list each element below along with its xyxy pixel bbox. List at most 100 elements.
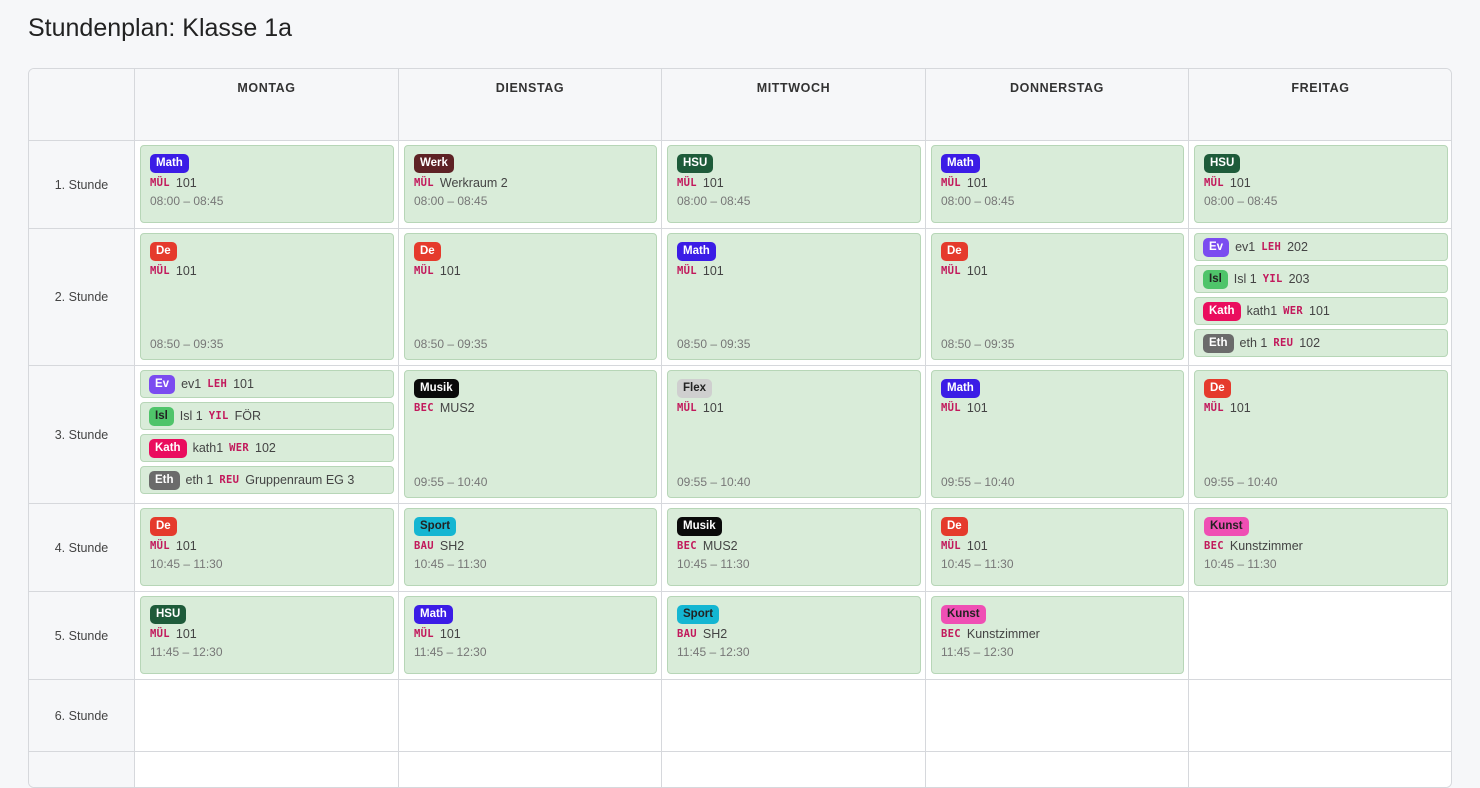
lesson-card[interactable]: HSU MÜL 101 08:00 – 08:45 — [1194, 145, 1448, 223]
timetable-cell — [662, 752, 926, 787]
lesson-details: MÜL 101 — [1204, 401, 1438, 415]
group-lesson-card[interactable]: Eth eth 1 REU Gruppenraum EG 3 — [140, 466, 394, 494]
lesson-details: MÜL 101 — [414, 264, 647, 278]
lesson-details: MÜL 101 — [941, 176, 1174, 190]
lesson-card[interactable]: De MÜL 101 09:55 – 10:40 — [1194, 370, 1448, 498]
lesson-time: 08:00 – 08:45 — [414, 194, 488, 208]
lesson-time: 08:50 – 09:35 — [150, 337, 224, 351]
room-label: FÖR — [234, 409, 261, 423]
lesson-card[interactable]: Kunst BEC Kunstzimmer 11:45 – 12:30 — [931, 596, 1184, 674]
group-lesson-card[interactable]: Eth eth 1 REU 102 — [1194, 329, 1448, 357]
lesson-time: 09:55 – 10:40 — [941, 475, 1015, 489]
group-name: ev1 — [1235, 240, 1256, 254]
teacher-code: YIL — [208, 410, 229, 422]
teacher-code: MÜL — [150, 628, 170, 640]
lesson-card[interactable]: Musik BEC MUS2 10:45 – 11:30 — [667, 508, 921, 586]
timetable-cell: Sport BAU SH2 11:45 – 12:30 — [662, 592, 926, 680]
room-label: 101 — [233, 377, 254, 391]
lesson-time: 11:45 – 12:30 — [941, 645, 1014, 659]
group-lesson-card[interactable]: Isl Isl 1 YIL 203 — [1194, 265, 1448, 293]
group-lesson-card[interactable]: Kath kath1 WER 102 — [140, 434, 394, 462]
timetable-cell — [135, 752, 399, 787]
lesson-details: MÜL 101 — [1204, 176, 1438, 190]
timetable-cell: HSU MÜL 101 08:00 – 08:45 — [662, 141, 926, 229]
room-label: Kunstzimmer — [966, 627, 1040, 641]
period-label: 5. Stunde — [29, 592, 135, 680]
group-lesson-card[interactable]: Ev ev1 LEH 101 — [140, 370, 394, 398]
room-label: 101 — [175, 176, 197, 190]
lesson-card[interactable]: Math MÜL 101 09:55 – 10:40 — [931, 370, 1184, 498]
teacher-code: LEH — [207, 378, 228, 390]
room-label: SH2 — [439, 539, 465, 553]
lesson-card[interactable]: Flex MÜL 101 09:55 – 10:40 — [667, 370, 921, 498]
subject-badge: Kath — [1203, 301, 1241, 321]
lesson-card[interactable]: De MÜL 101 08:50 – 09:35 — [931, 233, 1184, 360]
lesson-card[interactable]: Kunst BEC Kunstzimmer 10:45 – 11:30 — [1194, 508, 1448, 586]
lesson-card[interactable]: HSU MÜL 101 11:45 – 12:30 — [140, 596, 394, 674]
subject-badge: Math — [941, 154, 980, 173]
teacher-code: MÜL — [414, 177, 434, 189]
room-label: 101 — [439, 627, 461, 641]
subject-badge: Math — [941, 379, 980, 398]
lesson-card[interactable]: De MÜL 101 08:50 – 09:35 — [404, 233, 657, 360]
lesson-card[interactable]: Math MÜL 101 08:50 – 09:35 — [667, 233, 921, 360]
room-label: Werkraum 2 — [439, 176, 508, 190]
period-label — [29, 752, 135, 787]
lesson-card[interactable]: Sport BAU SH2 11:45 – 12:30 — [667, 596, 921, 674]
lesson-card[interactable]: Math MÜL 101 08:00 – 08:45 — [140, 145, 394, 223]
timetable-cell — [1189, 752, 1451, 787]
lesson-card[interactable]: De MÜL 101 08:50 – 09:35 — [140, 233, 394, 360]
timetable-cell — [926, 680, 1189, 752]
day-header-donnerstag: DONNERSTAG — [926, 69, 1189, 141]
room-label: MUS2 — [439, 401, 475, 415]
lesson-details: MÜL Werkraum 2 — [414, 176, 647, 190]
teacher-code: BEC — [941, 628, 961, 640]
lesson-card[interactable]: Math MÜL 101 11:45 – 12:30 — [404, 596, 657, 674]
teacher-code: REU — [1273, 337, 1294, 349]
teacher-code: MÜL — [677, 177, 697, 189]
timetable-cell: Kunst BEC Kunstzimmer 11:45 – 12:30 — [926, 592, 1189, 680]
room-label: 101 — [966, 539, 988, 553]
lesson-time: 08:00 – 08:45 — [941, 194, 1015, 208]
timetable-cell: Sport BAU SH2 10:45 – 11:30 — [399, 504, 662, 592]
group-lesson-card[interactable]: Kath kath1 WER 101 — [1194, 297, 1448, 325]
subject-badge: Eth — [149, 470, 180, 490]
group-lesson-card[interactable]: Ev ev1 LEH 202 — [1194, 233, 1448, 261]
lesson-card[interactable]: De MÜL 101 10:45 – 11:30 — [140, 508, 394, 586]
subject-badge: HSU — [150, 605, 187, 624]
room-label: MUS2 — [702, 539, 738, 553]
room-label: 101 — [702, 401, 724, 415]
subject-badge: De — [150, 517, 177, 536]
subject-badge: HSU — [677, 154, 714, 173]
period-label: 2. Stunde — [29, 229, 135, 366]
subject-badge: Werk — [414, 154, 454, 173]
lesson-card[interactable]: De MÜL 101 10:45 – 11:30 — [931, 508, 1184, 586]
teacher-code: MÜL — [1204, 177, 1224, 189]
lesson-card[interactable]: Math MÜL 101 08:00 – 08:45 — [931, 145, 1184, 223]
teacher-code: WER — [1283, 305, 1304, 317]
timetable-cell: De MÜL 101 09:55 – 10:40 — [1189, 366, 1451, 504]
timetable-cell — [1189, 592, 1451, 680]
subject-badge: De — [414, 242, 441, 261]
lesson-details: BAU SH2 — [677, 627, 911, 641]
teacher-code: BAU — [677, 628, 697, 640]
group-lesson-card[interactable]: Isl Isl 1 YIL FÖR — [140, 402, 394, 430]
lesson-card[interactable]: Sport BAU SH2 10:45 – 11:30 — [404, 508, 657, 586]
lesson-card[interactable]: HSU MÜL 101 08:00 – 08:45 — [667, 145, 921, 223]
timetable-cell: Werk MÜL Werkraum 2 08:00 – 08:45 — [399, 141, 662, 229]
room-label: 101 — [175, 264, 197, 278]
teacher-code: MÜL — [414, 628, 434, 640]
room-label: 101 — [175, 539, 197, 553]
timetable-cell: Flex MÜL 101 09:55 – 10:40 — [662, 366, 926, 504]
lesson-time: 11:45 – 12:30 — [677, 645, 750, 659]
subject-badge: Isl — [1203, 269, 1228, 289]
timetable-cell — [662, 680, 926, 752]
timetable-cell — [399, 680, 662, 752]
lesson-details: MÜL 101 — [677, 176, 911, 190]
teacher-code: MÜL — [941, 265, 961, 277]
lesson-card[interactable]: Musik BEC MUS2 09:55 – 10:40 — [404, 370, 657, 498]
timetable-cell — [135, 680, 399, 752]
timetable-cell: De MÜL 101 10:45 – 11:30 — [135, 504, 399, 592]
lesson-time: 10:45 – 11:30 — [677, 557, 750, 571]
lesson-card[interactable]: Werk MÜL Werkraum 2 08:00 – 08:45 — [404, 145, 657, 223]
